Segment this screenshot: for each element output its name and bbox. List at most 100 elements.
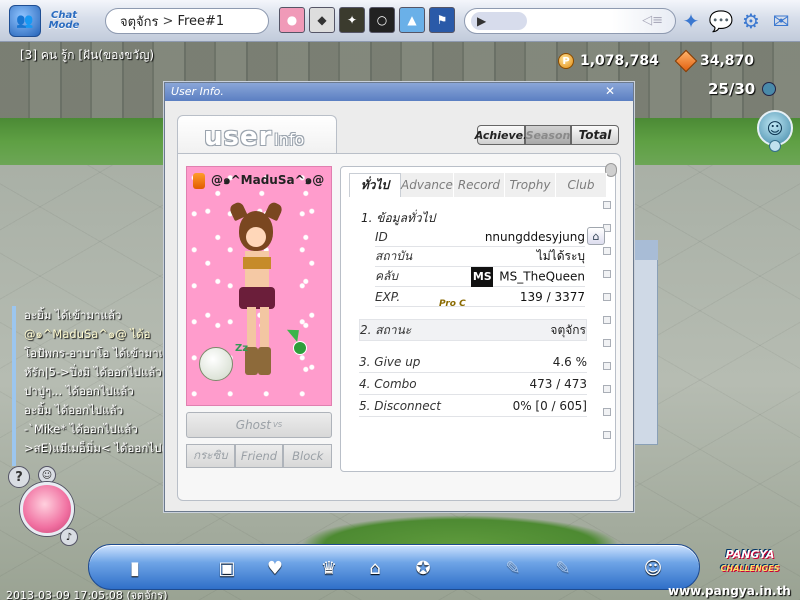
timestamp: 2013-03-09 17:05:08 (จตุจักร)	[6, 589, 168, 600]
disabled-icon-1[interactable]: ✎	[497, 553, 529, 583]
club-row: คลับ MS MS_TheQueen	[375, 266, 585, 287]
player-count: 25/30	[708, 80, 756, 98]
chat-mode-button[interactable]: Chat Mode	[44, 5, 84, 37]
chat-bubble-icon[interactable]: 💬	[708, 8, 734, 34]
lobby-button[interactable]: 👥	[9, 5, 41, 37]
brand-bottom: CHALLENGES	[720, 564, 780, 573]
ghost-vs-button[interactable]: Ghost VS	[186, 412, 332, 438]
chat-prefix: ▶	[477, 14, 487, 28]
room-separator: >	[162, 13, 174, 29]
cursor-badge-icon	[293, 341, 307, 355]
profile-picture: @๑^MaduSa^๑@ Zz	[186, 166, 332, 406]
help-button[interactable]: ?	[8, 466, 30, 488]
chat-log: อะยิ้ม ได้เข้ามาแล้ว @๑^MaduSa^๑@ ได้อ โ…	[12, 306, 168, 466]
chat-line: โอปัพกร-อาบาโอ ได้เข้ามาแล้	[24, 346, 168, 360]
combo-value: 473 / 473	[529, 376, 587, 391]
user-info-window: User Info. ✕ user Info Achieve. Season T…	[164, 82, 634, 512]
disabled-icon-2[interactable]: ✎	[547, 553, 579, 583]
disconnect-row: 5. Disconnect 0% [0 / 605]	[359, 395, 587, 417]
trophy-icon[interactable]: ♛	[313, 553, 345, 583]
chat-input[interactable]: ▶ ◁≡	[464, 8, 676, 34]
chat-target[interactable]: ▶	[471, 12, 527, 30]
profile-actions: กระซิบ Friend Block	[186, 444, 333, 468]
ghost-label: Ghost	[235, 418, 271, 432]
guild-label: สถาบัน	[375, 249, 413, 263]
person-icon: ☺	[766, 118, 784, 138]
message-icon[interactable]: ✉	[768, 8, 794, 34]
star-card-icon[interactable]: ✪	[407, 553, 439, 583]
channel-name: Free#1	[177, 13, 225, 29]
room-info: [3] คน รู้ก [ฝัน(ของขวัญ)	[20, 48, 155, 62]
dark-char-icon[interactable]: ✦	[339, 7, 365, 33]
home-icon[interactable]: ⌂	[587, 227, 605, 245]
logo-user-text: user	[204, 122, 273, 152]
brand-top: PANGYA	[725, 548, 775, 561]
house-icon[interactable]: ⌂	[359, 553, 391, 583]
pet-icon	[199, 347, 233, 381]
pang-icon: P	[558, 53, 574, 69]
club-label: คลับ	[375, 269, 398, 283]
guild-value: ไม่ได้ระบุ	[536, 249, 585, 263]
friend-button[interactable]: Friend	[234, 444, 284, 468]
achieve-label: Achieve.	[474, 128, 528, 142]
tab-club[interactable]: Club	[555, 173, 607, 197]
ghost-vs: VS	[272, 421, 283, 429]
status-row: 2. สถานะ จตุจักร	[359, 319, 587, 341]
chat-line: >สE)แมีเมอ็มิ่ม< ได้ออกไปแ	[24, 441, 168, 455]
settings-icon[interactable]: ⚙	[738, 8, 764, 34]
music-note-icon[interactable]: ♪	[60, 528, 78, 546]
window-title-bar[interactable]: User Info. ✕	[165, 83, 633, 101]
total-label: Total	[578, 128, 612, 142]
sparkle-icon[interactable]: ✦	[678, 8, 704, 34]
give-up-value: 4.6 %	[552, 354, 587, 369]
profile-name-text: @๑^MaduSa^๑@	[211, 173, 325, 187]
character-button-toggle[interactable]	[769, 140, 781, 152]
background-panel	[632, 240, 658, 445]
pang-value: 1,078,784	[580, 53, 659, 69]
stats-panel: ทั่วไป Advance Record Trophy Club 1. ข้อ…	[340, 163, 617, 472]
combo-row: 4. Combo 473 / 473	[359, 373, 587, 395]
sleep-icon: Zz	[235, 343, 249, 354]
flag-icon[interactable]: ⚑	[429, 7, 455, 33]
gift-icon[interactable]: ♥	[259, 553, 291, 583]
combo-label: 4. Combo	[359, 376, 417, 391]
tab-trophy[interactable]: Trophy	[504, 173, 556, 197]
total-button[interactable]: Total	[571, 125, 619, 145]
disconnect-label: 5. Disconnect	[359, 398, 441, 413]
megaphone-icon[interactable]: ◁≡	[642, 13, 663, 28]
give-up-label: 3. Give up	[359, 354, 421, 369]
room-name: จตุจักร	[120, 14, 159, 30]
status-value: จตุจักร	[550, 322, 586, 337]
give-up-row: 3. Give up 4.6 %	[359, 351, 587, 373]
pink-char-icon[interactable]: ●	[279, 7, 305, 33]
chat-line: -ˋMike* ได้ออกไปแล้ว	[24, 422, 138, 436]
chat-line: อะยิ้ม ได้ออกไปแล้ว	[24, 403, 124, 417]
whisper-button[interactable]: กระซิบ	[186, 444, 235, 468]
tab-record[interactable]: Record	[453, 173, 505, 197]
status-label: 2. สถานะ	[360, 322, 412, 337]
club-value-wrap: MS MS_TheQueen	[471, 266, 585, 287]
background-panel-header	[632, 240, 658, 260]
block-button[interactable]: Block	[283, 444, 333, 468]
tab-general[interactable]: ทั่วไป	[349, 173, 402, 197]
season-button[interactable]: Season	[525, 125, 571, 145]
tab-advance[interactable]: Advance	[401, 173, 454, 197]
window-title: User Info.	[171, 85, 224, 98]
exit-door-icon[interactable]: ▮	[119, 553, 151, 583]
content-frame: @๑^MaduSa^๑@ Zz Ghost VS กระซิบ Friend B…	[177, 153, 621, 501]
club-value: MS_TheQueen	[499, 269, 585, 283]
blue-fox-icon[interactable]: ▲	[399, 7, 425, 33]
room-selector[interactable]: จตุจักร > Free#1	[105, 8, 269, 34]
achieve-button[interactable]: Achieve.	[474, 125, 528, 145]
pang-counter: P 1,078,784	[558, 52, 659, 70]
shop-icon[interactable]: ▣	[211, 553, 243, 583]
season-label: Season	[525, 128, 571, 142]
cat-char-icon[interactable]: ◆	[309, 7, 335, 33]
id-value: nnungddesyjung	[484, 229, 585, 244]
user-card-icon[interactable]: ☺	[637, 553, 669, 583]
disconnect-value: 0% [0 / 605]	[512, 398, 587, 413]
ball-char-icon[interactable]: ○	[369, 7, 395, 33]
pangya-logo: PANGYA CHALLENGES	[702, 548, 798, 582]
close-icon[interactable]: ✕	[603, 84, 617, 98]
general-heading: 1. ข้อมูลทั่วไป	[361, 211, 436, 225]
